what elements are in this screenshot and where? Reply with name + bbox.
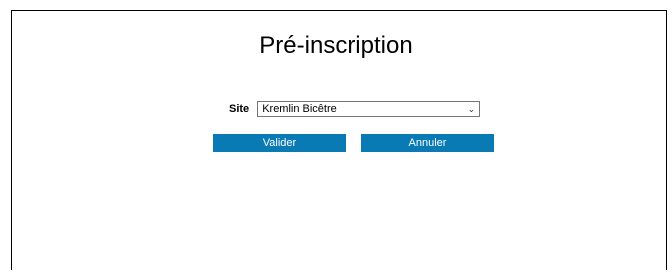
site-field-row: Site Kremlin Bicêtre ⌄ <box>229 100 481 118</box>
chevron-down-icon: ⌄ <box>467 104 476 114</box>
page-title: Pré-inscription <box>259 32 413 59</box>
site-label: Site <box>229 103 250 115</box>
page: Pré-inscription Site Kremlin Bicêtre ⌄ V… <box>0 0 672 275</box>
cancel-button[interactable]: Annuler <box>361 134 494 152</box>
validate-button[interactable]: Valider <box>213 134 346 152</box>
site-select-value: Kremlin Bicêtre <box>262 103 337 115</box>
site-select[interactable]: Kremlin Bicêtre ⌄ <box>257 101 481 117</box>
